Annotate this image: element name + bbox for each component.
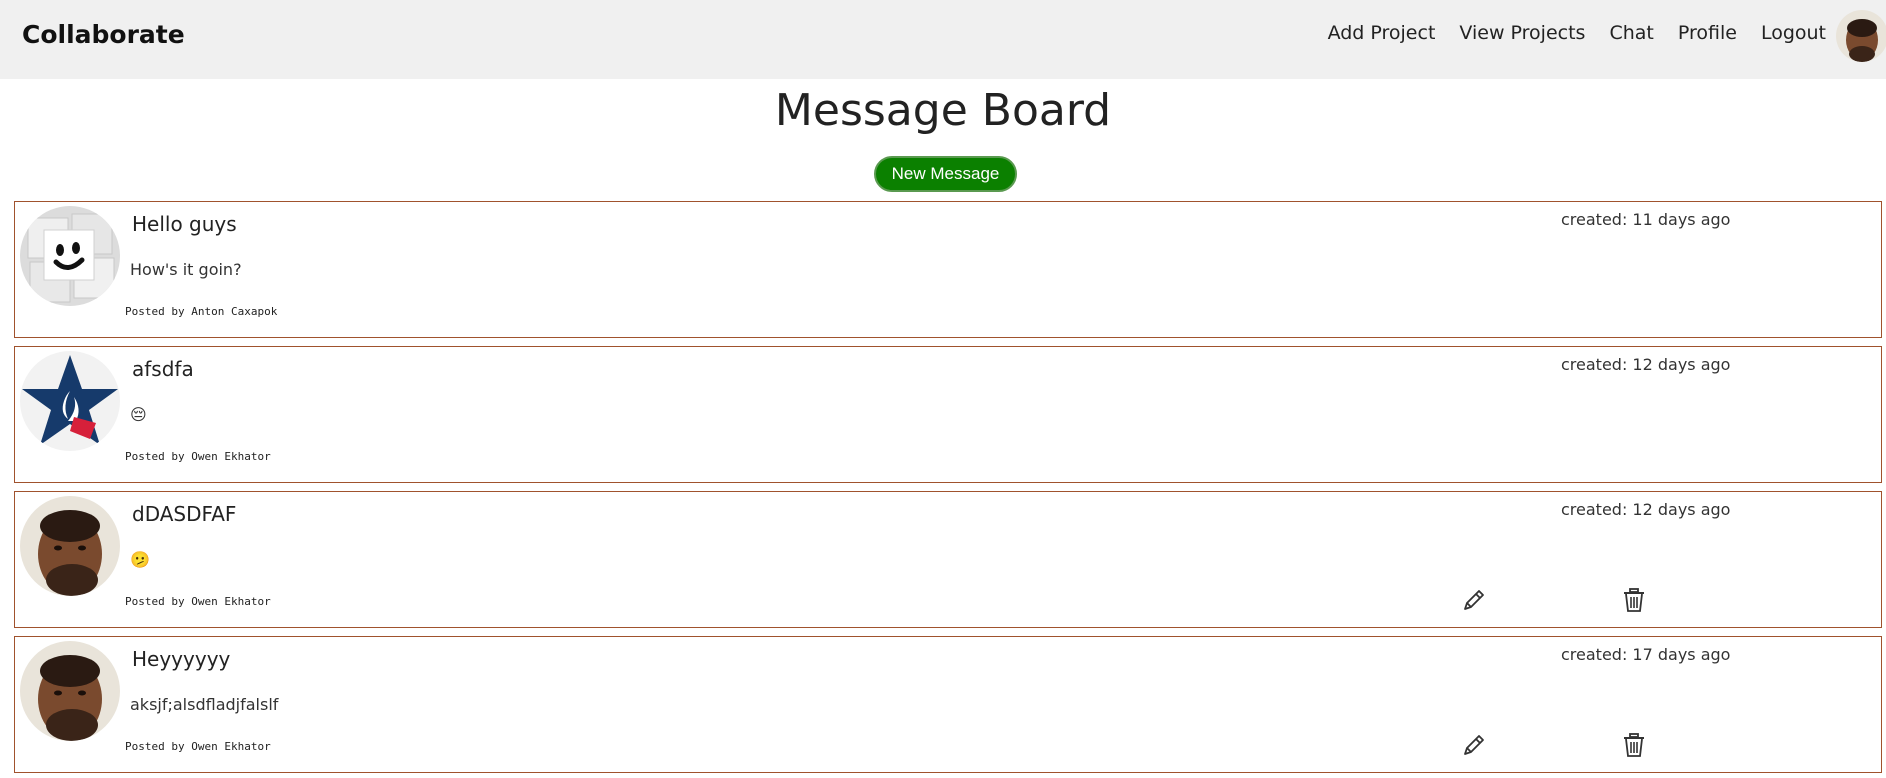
confused-face-emoji: 🫤 — [130, 550, 150, 569]
smiley-sugar-cube-avatar — [20, 206, 120, 306]
message-created: created: 12 days ago — [1561, 355, 1731, 374]
message-card: afsdfa 😔 Posted by Owen Ekhator created:… — [14, 346, 1882, 483]
brand-logo[interactable]: Collaborate — [22, 20, 185, 49]
message-author: Posted by Owen Ekhator — [125, 595, 271, 608]
nav-logout[interactable]: Logout — [1761, 22, 1826, 44]
pencil-icon — [1464, 734, 1484, 755]
user-photo-avatar — [20, 641, 120, 741]
new-message-button[interactable]: New Message — [874, 156, 1017, 192]
message-body: 🫤 — [130, 550, 150, 569]
nav-view-projects[interactable]: View Projects — [1459, 22, 1585, 44]
nav-links: Add Project View Projects Chat Profile L… — [1328, 22, 1826, 44]
page-title: Message Board — [774, 85, 1112, 136]
message-body: How's it goin? — [130, 260, 242, 279]
message-title: Heyyyyyy — [132, 647, 231, 671]
message-title: dDASDFAF — [132, 502, 237, 526]
edit-message-button[interactable] — [1459, 731, 1489, 761]
message-created: created: 11 days ago — [1561, 210, 1731, 229]
message-body: 😔 — [130, 405, 147, 424]
message-card: Hello guys How's it goin? Posted by Anto… — [14, 201, 1882, 338]
message-author: Posted by Owen Ekhator — [125, 450, 271, 463]
message-body: aksjf;alsdfladjfalslf — [130, 695, 279, 714]
message-card: dDASDFAF 🫤 Posted by Owen Ekhator create… — [14, 491, 1882, 628]
nav-profile[interactable]: Profile — [1678, 22, 1737, 44]
star-flame-logo-avatar — [20, 351, 120, 451]
message-author: Posted by Owen Ekhator — [125, 740, 271, 753]
navbar: Collaborate Add Project View Projects Ch… — [0, 0, 1886, 79]
user-avatar[interactable] — [1836, 10, 1886, 62]
trash-icon — [1624, 587, 1644, 612]
nav-add-project[interactable]: Add Project — [1328, 22, 1436, 44]
message-author: Posted by Anton Caxapok — [125, 305, 278, 318]
trash-icon — [1624, 732, 1644, 757]
user-photo-avatar — [20, 496, 120, 596]
message-created: created: 17 days ago — [1561, 645, 1731, 664]
delete-message-button[interactable] — [1619, 731, 1649, 761]
nav-chat[interactable]: Chat — [1609, 22, 1653, 44]
pencil-icon — [1464, 589, 1484, 610]
edit-message-button[interactable] — [1459, 586, 1489, 616]
delete-message-button[interactable] — [1619, 586, 1649, 616]
message-created: created: 12 days ago — [1561, 500, 1731, 519]
message-card: Heyyyyyy aksjf;alsdfladjfalslf Posted by… — [14, 636, 1882, 773]
message-title: Hello guys — [132, 212, 237, 236]
message-title: afsdfa — [132, 357, 194, 381]
pensive-face-emoji: 😔 — [130, 405, 147, 424]
